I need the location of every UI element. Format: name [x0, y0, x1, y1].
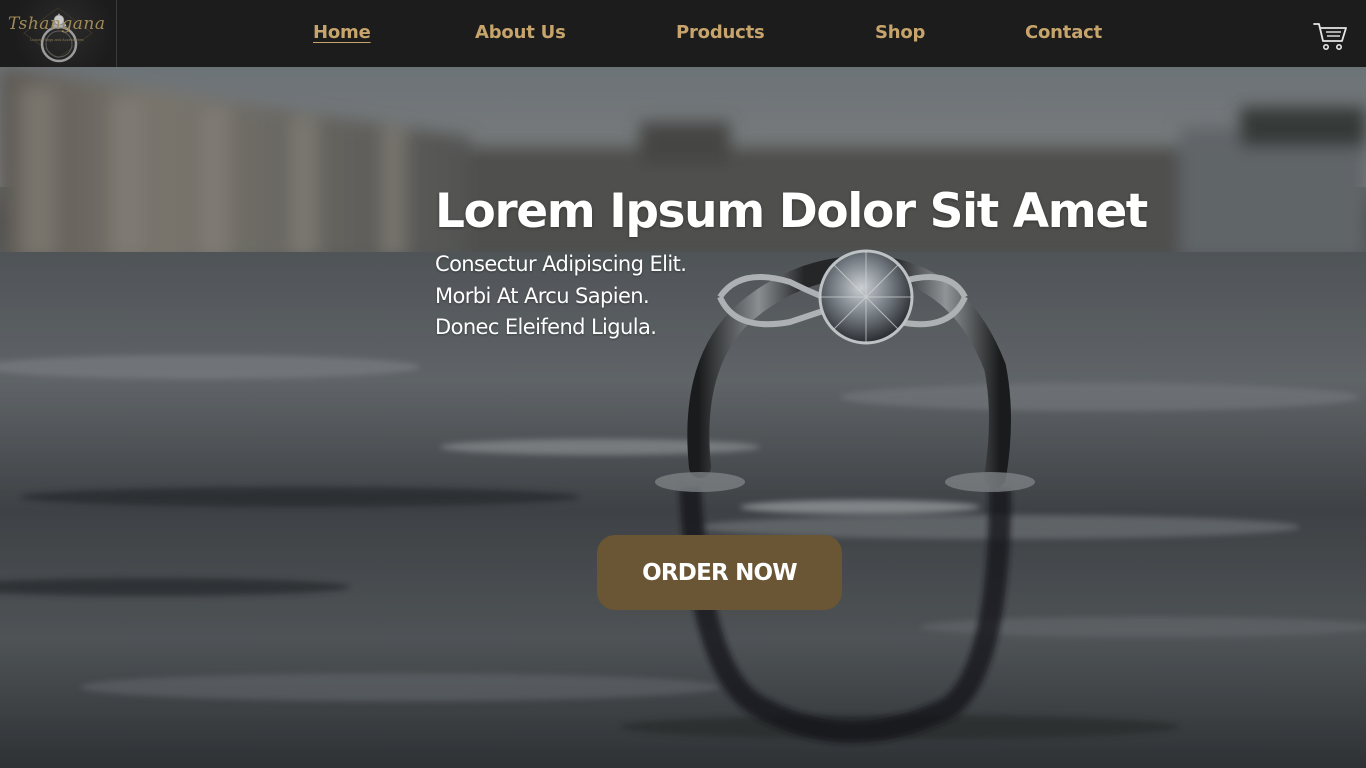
top-navbar: Tshangana Luxury Rings and Accessories H…	[0, 0, 1366, 67]
nav-products-link[interactable]: Products	[676, 22, 765, 43]
brand-logo[interactable]: Tshangana Luxury Rings and Accessories	[0, 0, 117, 67]
brand-name: Tshangana	[8, 14, 106, 34]
nav-about-link[interactable]: About Us	[475, 22, 566, 43]
brand-tagline: Luxury Rings and Accessories	[30, 37, 84, 42]
hero-title: Lorem Ipsum Dolor Sit Amet	[435, 184, 1148, 239]
hero-section: Lorem Ipsum Dolor Sit Amet Consectur Adi…	[0, 67, 1366, 768]
hero-line-3: Donec Eleifend Ligula.	[435, 315, 657, 339]
hero-line-1: Consectur Adipiscing Elit.	[435, 252, 687, 276]
hero-subtitle: Consectur Adipiscing Elit. Morbi At Arcu…	[435, 249, 687, 344]
hero-line-2: Morbi At Arcu Sapien.	[435, 283, 650, 308]
order-now-button[interactable]: ORDER NOW	[597, 535, 842, 610]
nav-home-link[interactable]: Home	[313, 22, 371, 43]
hero-background-image	[0, 67, 1366, 768]
nav-shop-link[interactable]: Shop	[875, 22, 925, 43]
shopping-cart-icon[interactable]	[1312, 20, 1348, 52]
nav-contact-link[interactable]: Contact	[1025, 22, 1102, 43]
